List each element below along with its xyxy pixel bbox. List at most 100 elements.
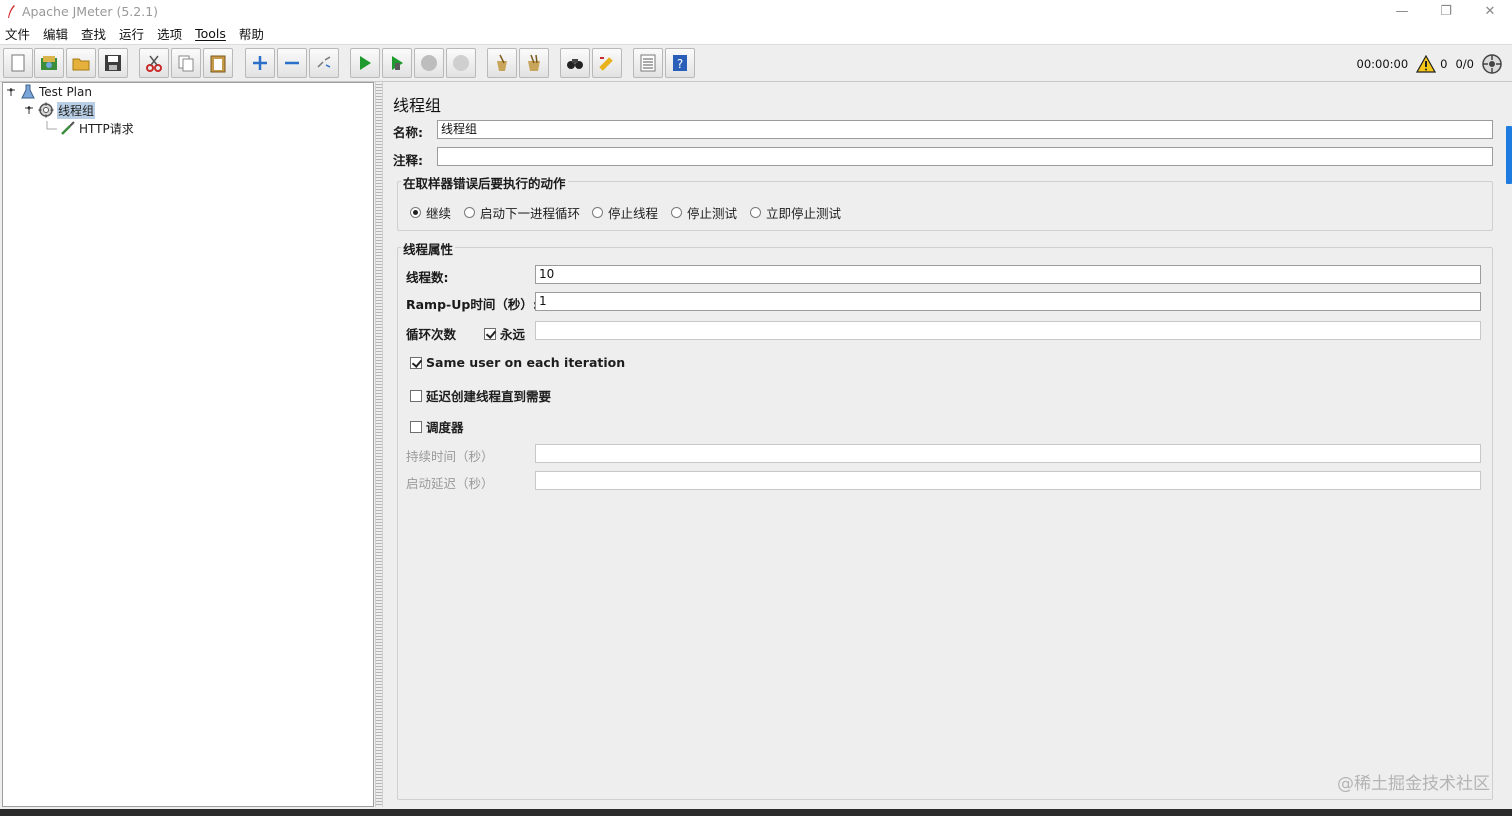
delay-thread-creation-label: 延迟创建线程直到需要 <box>426 389 552 404</box>
help-icon: ? <box>673 55 687 71</box>
radio-button[interactable] <box>750 207 761 218</box>
same-user-label: Same user on each iteration <box>426 355 626 370</box>
clear-all-button[interactable] <box>519 48 549 78</box>
cut-icon <box>146 55 162 72</box>
collapse-button[interactable] <box>277 48 307 78</box>
comment-field[interactable] <box>437 147 1493 166</box>
window-controls: — ❐ ✕ <box>1380 0 1512 22</box>
remote-status-icon[interactable] <box>1482 54 1502 74</box>
reset-search-icon <box>599 57 613 71</box>
cut-button[interactable] <box>139 48 169 78</box>
shutdown-icon <box>453 55 469 71</box>
loop-count-field[interactable] <box>535 321 1481 340</box>
radio-label: 停止线程 <box>608 206 659 221</box>
duration-field[interactable] <box>535 444 1481 463</box>
shutdown-button[interactable] <box>446 48 476 78</box>
radio-label: 继续 <box>426 206 452 221</box>
vertical-scrollbar[interactable] <box>1505 82 1512 807</box>
same-user-checkbox[interactable]: Same user on each iteration <box>410 355 625 370</box>
scheduler-checkbox[interactable]: 调度器 <box>410 417 464 436</box>
close-button[interactable]: ✕ <box>1468 0 1512 22</box>
radio-button[interactable] <box>592 207 603 218</box>
radio-stop-thread[interactable]: 停止线程 <box>592 203 658 222</box>
clear-icon <box>497 54 507 71</box>
expand-icon <box>253 56 267 70</box>
menu-search[interactable]: 查找 <box>81 24 106 43</box>
run-status: 00:00:00 0 0/0 <box>1357 45 1512 83</box>
panel-title: 线程组 <box>393 96 442 115</box>
tree-item-thread-group[interactable]: 线程组 <box>24 101 96 119</box>
new-icon <box>11 54 25 72</box>
start-button[interactable] <box>350 48 380 78</box>
function-helper-button[interactable] <box>633 48 663 78</box>
forever-label: 永远 <box>500 327 526 342</box>
save-button[interactable] <box>98 48 128 78</box>
open-button[interactable] <box>66 48 96 78</box>
checkbox[interactable] <box>410 356 422 369</box>
stop-icon <box>421 55 437 71</box>
tree-line-icon <box>46 121 57 130</box>
tree-expander-icon[interactable] <box>24 105 34 115</box>
loop-count-label: 循环次数 <box>406 327 457 342</box>
menu-help[interactable]: 帮助 <box>239 24 264 43</box>
warning-icon[interactable] <box>1416 55 1437 73</box>
new-button[interactable] <box>3 48 33 78</box>
help-button[interactable]: ? <box>665 48 695 78</box>
radio-button[interactable] <box>671 207 682 218</box>
copy-button[interactable] <box>171 48 201 78</box>
templates-button[interactable] <box>34 48 64 78</box>
search-button[interactable] <box>560 48 590 78</box>
paste-icon <box>210 55 226 73</box>
checkbox[interactable] <box>484 327 496 340</box>
collapse-icon <box>285 61 299 65</box>
startup-delay-label: 启动延迟（秒） <box>406 476 494 491</box>
clear-button[interactable] <box>487 48 517 78</box>
forever-checkbox[interactable]: 永远 <box>484 324 525 343</box>
delay-thread-creation-checkbox[interactable]: 延迟创建线程直到需要 <box>410 386 551 405</box>
thread-properties-group-title: 线程属性 <box>401 239 456 258</box>
test-plan-tree: Test Plan 线程组 HTTP请求 <box>2 82 374 807</box>
radio-label: 立即停止测试 <box>766 206 842 221</box>
tree-item-http-request[interactable]: HTTP请求 <box>46 119 134 137</box>
tree-item-label: 线程组 <box>57 101 96 119</box>
radio-start-next-loop[interactable]: 启动下一进程循环 <box>464 203 580 222</box>
expand-button[interactable] <box>245 48 275 78</box>
menu-bar: 文件 编辑 查找 运行 选项 Tools 帮助 <box>0 22 1512 44</box>
radio-label: 停止测试 <box>687 206 738 221</box>
toggle-button[interactable] <box>309 48 339 78</box>
radio-button[interactable] <box>464 207 475 218</box>
rampup-field[interactable]: 1 <box>535 292 1481 311</box>
stop-button[interactable] <box>414 48 444 78</box>
warning-count: 0 <box>1440 57 1448 71</box>
scrollbar-thumb[interactable] <box>1506 126 1512 184</box>
duration-label: 持续时间（秒） <box>406 449 494 464</box>
menu-run[interactable]: 运行 <box>119 24 144 43</box>
menu-tools[interactable]: Tools <box>195 26 226 41</box>
startup-delay-field[interactable] <box>535 471 1481 490</box>
minimize-button[interactable]: — <box>1380 0 1424 22</box>
tree-expander-icon[interactable] <box>6 87 16 97</box>
paste-button[interactable] <box>203 48 233 78</box>
gear-icon <box>38 102 54 118</box>
checkbox[interactable] <box>410 420 422 433</box>
radio-label: 启动下一进程循环 <box>480 206 581 221</box>
radio-continue[interactable]: 继续 <box>410 203 451 222</box>
tree-item-label: HTTP请求 <box>79 121 134 136</box>
search-icon <box>567 59 583 69</box>
checkbox[interactable] <box>410 389 422 402</box>
start-no-pause-button[interactable] <box>382 48 412 78</box>
radio-stop-test-now[interactable]: 立即停止测试 <box>750 203 841 222</box>
tree-item-test-plan[interactable]: Test Plan <box>6 83 92 101</box>
menu-file[interactable]: 文件 <box>5 24 30 43</box>
restore-button[interactable]: ❐ <box>1424 0 1468 22</box>
reset-search-button[interactable] <box>592 48 622 78</box>
radio-stop-test[interactable]: 停止测试 <box>671 203 737 222</box>
function-helper-icon <box>640 54 656 72</box>
menu-edit[interactable]: 编辑 <box>43 24 68 43</box>
pane-splitter[interactable] <box>375 82 383 807</box>
menu-options[interactable]: 选项 <box>157 24 182 43</box>
radio-button[interactable] <box>410 207 421 218</box>
name-field[interactable]: 线程组 <box>437 120 1493 139</box>
sampler-error-group: 在取样器错误后要执行的动作 继续 启动下一进程循环 停止线程 停止测试 立即停止… <box>397 173 1493 231</box>
threads-field[interactable]: 10 <box>535 265 1481 284</box>
